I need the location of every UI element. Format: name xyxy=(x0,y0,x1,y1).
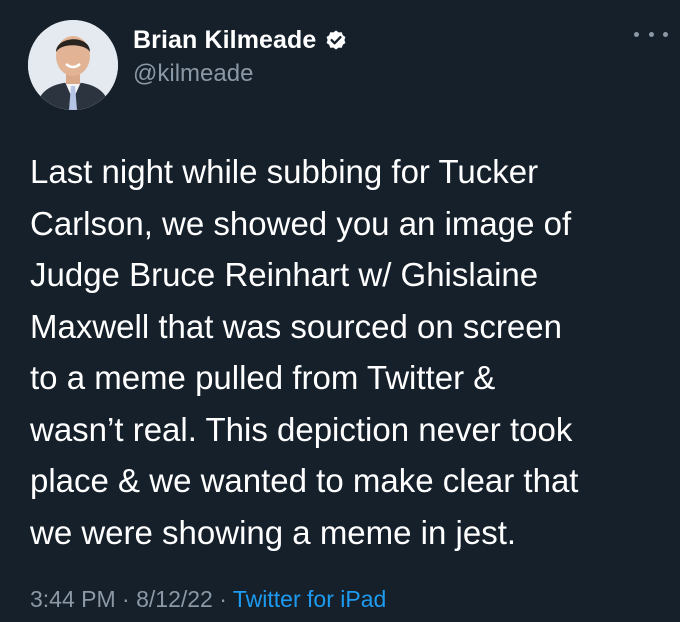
dot-icon xyxy=(634,31,639,37)
tweet-text-line: Carlson, we showed you an image of xyxy=(30,204,572,242)
tweet-text-line: place & we wanted to make clear that xyxy=(30,462,579,499)
dot-icon xyxy=(663,31,668,37)
tweet-text-line: wasn’t real. This depiction never took xyxy=(30,410,573,448)
author-display-name[interactable]: Brian Kilmeade xyxy=(133,26,316,55)
tweet-card: Brian Kilmeade @kilmeade Last night whil… xyxy=(0,0,680,622)
tweet-text-line: Last night while subbing for Tucker xyxy=(30,153,539,190)
meta-separator: · xyxy=(115,586,137,612)
tweet-text-line: Maxwell that was sourced on screen xyxy=(30,307,562,345)
author-handle[interactable]: @kilmeade xyxy=(133,60,253,88)
tweet-text-line: Judge Bruce Reinhart w/ Ghislaine xyxy=(30,256,539,293)
tweet-date[interactable]: 8/12/22 xyxy=(136,586,213,612)
tweet-text-line: to a meme pulled from Twitter & xyxy=(30,359,496,396)
verified-badge-icon xyxy=(324,29,348,53)
tweet-source-link[interactable]: Twitter for iPad xyxy=(233,586,386,612)
tweet-text: Last night while subbing for Tucker Carl… xyxy=(30,146,670,558)
tweet-text-line: we were showing a meme in jest. xyxy=(30,513,517,551)
tweet-time[interactable]: 3:44 PM xyxy=(30,586,116,612)
more-dots-icon[interactable] xyxy=(634,24,668,44)
author-name-row: Brian Kilmeade xyxy=(133,26,348,55)
tweet-meta: 3:44 PM · 8/12/22 · Twitter for iPad xyxy=(30,586,386,613)
meta-separator: · xyxy=(212,586,233,612)
author-avatar[interactable] xyxy=(28,20,118,110)
dot-icon xyxy=(648,31,654,37)
